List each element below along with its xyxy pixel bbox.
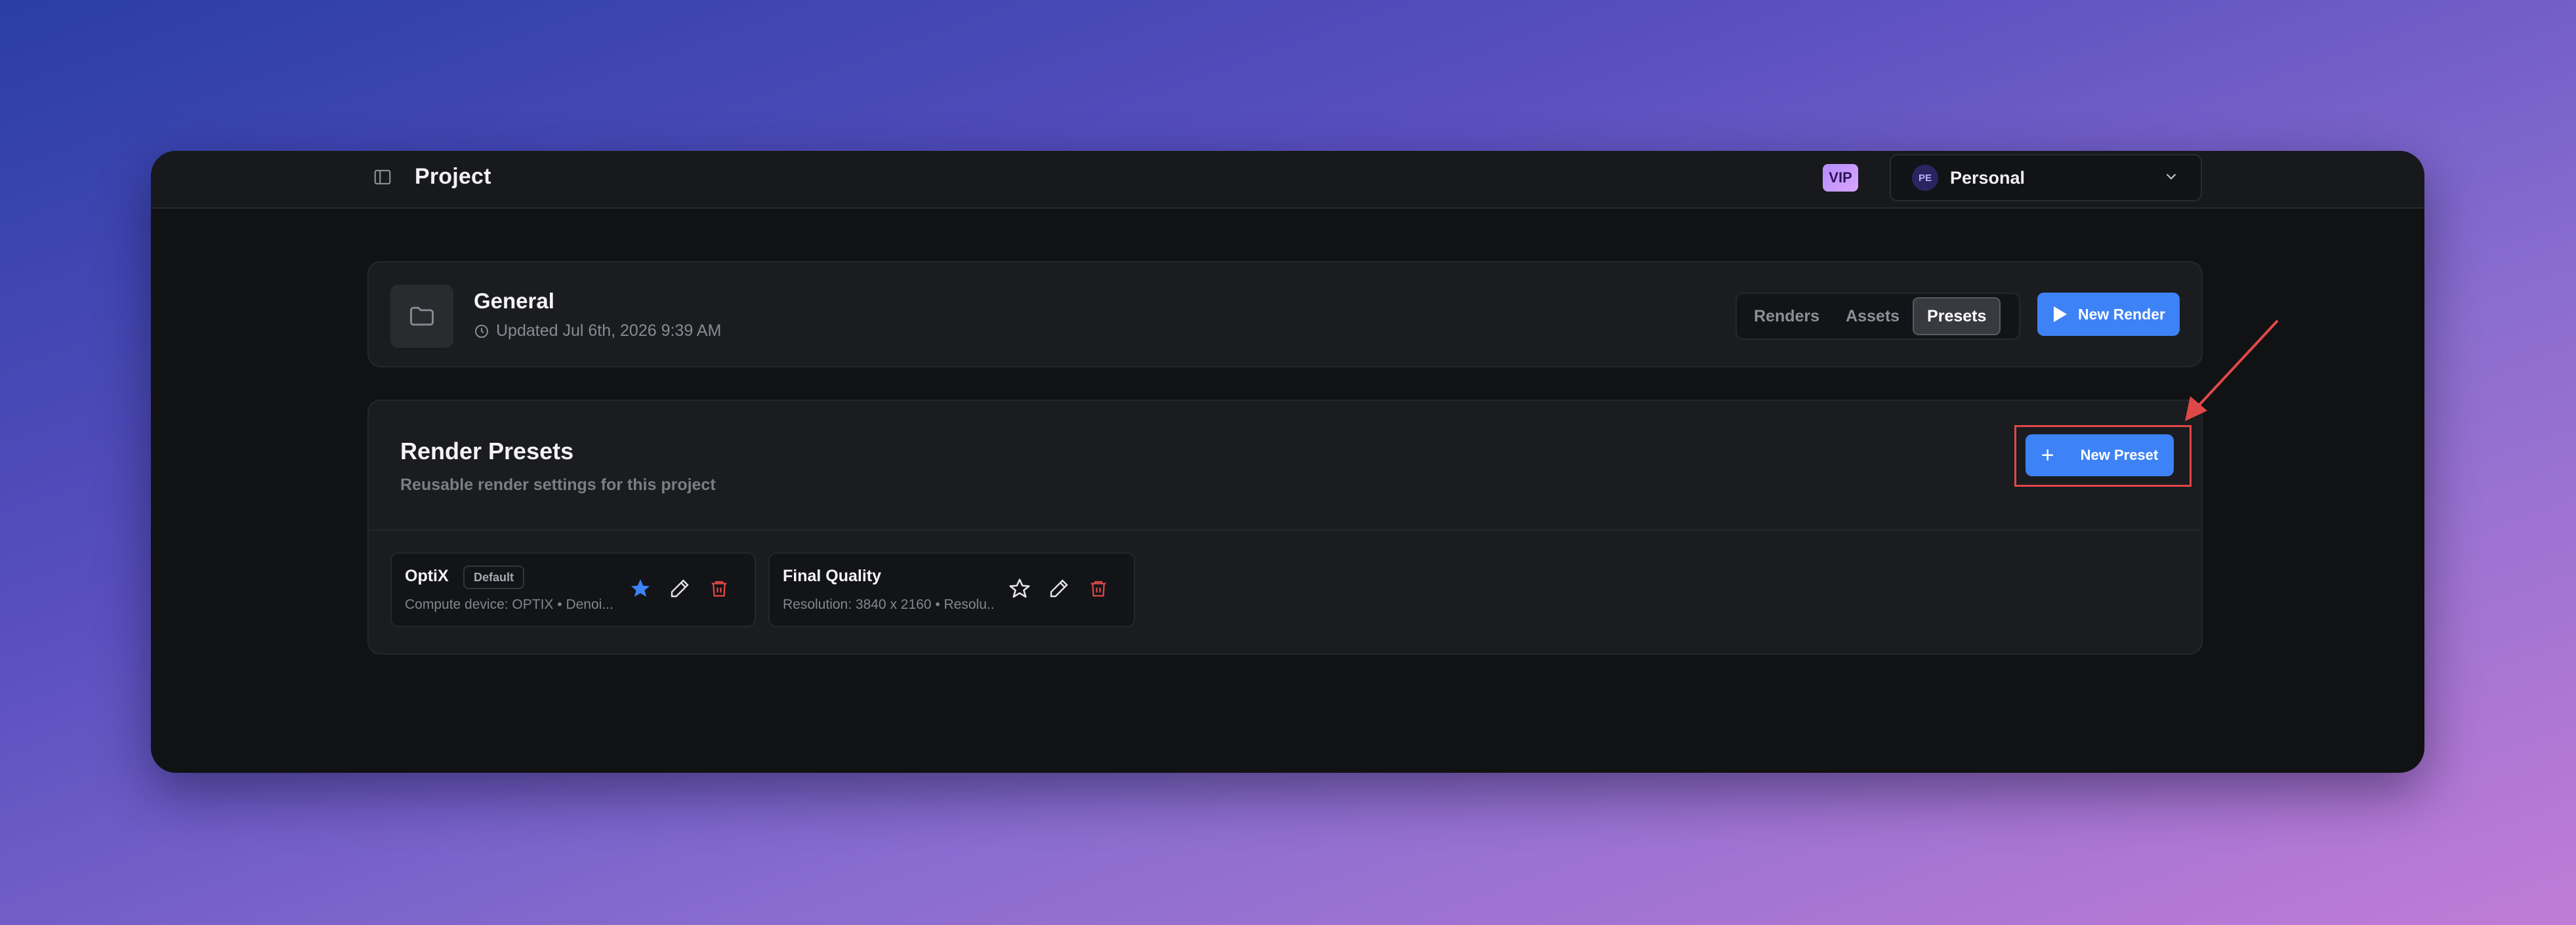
avatar: PE	[1912, 165, 1938, 191]
tab-assets[interactable]: Assets	[1833, 297, 1913, 335]
render-presets-card: Render Presets Reusable render settings …	[367, 400, 2203, 655]
vip-badge: VIP	[1823, 164, 1858, 192]
preset-card[interactable]: Final Quality Resolution: 3840 x 2160 • …	[768, 552, 1135, 627]
new-render-button[interactable]: New Render	[2037, 293, 2180, 336]
project-header-card: General Updated Jul 6th, 2026 9:39 AM Re…	[367, 261, 2203, 367]
tab-renders[interactable]: Renders	[1741, 297, 1833, 335]
star-icon[interactable]	[628, 576, 653, 601]
edit-icon[interactable]	[667, 576, 692, 601]
project-name: General	[474, 289, 554, 313]
star-outline-icon[interactable]	[1007, 576, 1032, 601]
preset-card[interactable]: OptiX Default Compute device: OPTIX • De…	[390, 552, 756, 627]
preset-actions	[628, 576, 746, 601]
annotation-arrow-icon	[2185, 320, 2278, 421]
preset-description: Resolution: 3840 x 2160 • Resolu...	[783, 597, 995, 612]
sidebar-toggle-icon[interactable]	[371, 165, 394, 189]
updated-text: Updated Jul 6th, 2026 9:39 AM	[496, 321, 722, 340]
account-name: Personal	[1950, 167, 2025, 188]
tab-presets[interactable]: Presets	[1913, 297, 2001, 335]
new-render-label: New Render	[2078, 305, 2165, 323]
trash-icon[interactable]	[1086, 576, 1111, 601]
preset-description: Compute device: OPTIX • Denoi...	[405, 597, 613, 612]
edit-icon[interactable]	[1047, 576, 1071, 601]
new-preset-label: New Preset	[2080, 447, 2159, 463]
page-title: Project	[415, 164, 491, 189]
preset-name: OptiX	[405, 567, 449, 585]
preset-actions	[1007, 576, 1125, 601]
folder-icon	[390, 285, 453, 348]
updated-timestamp: Updated Jul 6th, 2026 9:39 AM	[474, 321, 721, 340]
chevron-down-icon	[2163, 168, 2180, 188]
section-title: Render Presets	[400, 438, 574, 464]
preset-name: Final Quality	[783, 567, 882, 585]
new-preset-button[interactable]: + New Preset	[2025, 434, 2174, 476]
top-bar: Project VIP PE Personal	[151, 151, 2424, 209]
trash-icon[interactable]	[707, 576, 732, 601]
app-window: Project VIP PE Personal General Updated …	[151, 151, 2424, 773]
account-selector[interactable]: PE Personal	[1890, 154, 2202, 201]
plus-icon: +	[2041, 443, 2054, 468]
presets-header: Render Presets Reusable render settings …	[369, 401, 2201, 531]
play-icon	[2054, 306, 2067, 322]
default-badge: Default	[463, 565, 525, 589]
section-subtitle: Reusable render settings for this projec…	[400, 476, 716, 494]
tab-group: Renders Assets Presets	[1735, 293, 2020, 340]
clock-icon	[475, 324, 488, 338]
